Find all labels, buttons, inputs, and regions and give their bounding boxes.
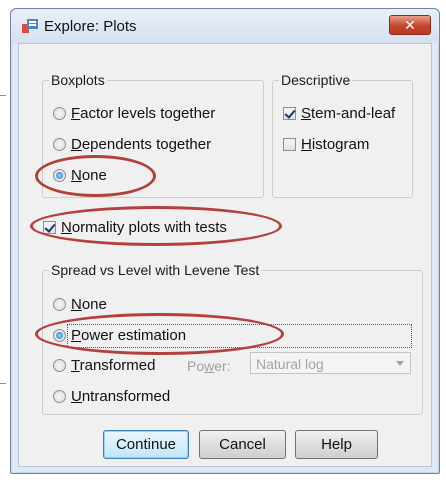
option-label: Transformed [71, 357, 156, 374]
option-label: Factor levels together [71, 105, 216, 122]
power-select-value: Natural log [256, 356, 324, 372]
stem-and-leaf-checkbox[interactable]: Stem-and-leaf [283, 105, 395, 122]
normality-plots-checkbox[interactable]: Normality plots with tests [43, 219, 227, 236]
app-icon [22, 19, 38, 33]
option-label: None [71, 167, 107, 184]
close-button[interactable]: ✕ [389, 15, 431, 35]
dialog-body: Boxplots Factor levels together Dependen… [18, 43, 432, 467]
histogram-checkbox[interactable]: Histogram [283, 136, 369, 153]
radio-indicator [53, 359, 66, 372]
checkbox-indicator [283, 107, 296, 120]
spread-vs-level-legend: Spread vs Level with Levene Test [49, 262, 262, 278]
ruler-tick [0, 383, 6, 384]
continue-button[interactable]: Continue [103, 430, 189, 459]
transformed-radio[interactable]: Transformed [53, 357, 155, 374]
checkbox-indicator [43, 221, 56, 234]
radio-indicator [53, 298, 66, 311]
option-label: Histogram [301, 136, 370, 153]
power-select[interactable]: Natural log [250, 352, 411, 374]
option-label: Power estimation [71, 327, 187, 344]
power-estimation-radio[interactable]: Power estimation [53, 327, 186, 344]
close-icon: ✕ [404, 17, 416, 33]
page-edge [0, 0, 10, 483]
radio-indicator [53, 138, 66, 151]
option-label: None [71, 296, 107, 313]
option-label: Stem-and-leaf [301, 105, 396, 122]
descriptive-legend: Descriptive [279, 72, 353, 88]
boxplots-none-radio[interactable]: None [53, 167, 107, 184]
spread-none-radio[interactable]: None [53, 296, 107, 313]
boxplots-dependents-radio[interactable]: Dependents together [53, 136, 211, 153]
option-label: Untransformed [71, 388, 171, 405]
radio-indicator [53, 329, 66, 342]
radio-indicator [53, 107, 66, 120]
dialog-title: Explore: Plots [44, 18, 137, 35]
explore-plots-dialog: Explore: Plots ✕ Boxplots Factor levels … [10, 8, 440, 474]
title-bar[interactable]: Explore: Plots ✕ [11, 9, 439, 43]
boxplots-legend: Boxplots [49, 72, 107, 88]
radio-indicator [53, 169, 66, 182]
ruler-tick [0, 95, 6, 96]
option-label: Dependents together [71, 136, 212, 153]
radio-indicator [53, 390, 66, 403]
chevron-down-icon [396, 361, 404, 366]
cancel-button[interactable]: Cancel [199, 430, 286, 459]
checkbox-indicator [283, 138, 296, 151]
power-label: Po w er: [187, 358, 231, 374]
option-label: Normality plots with tests [61, 219, 227, 236]
boxplots-factor-levels-radio[interactable]: Factor levels together [53, 105, 215, 122]
untransformed-radio[interactable]: Untransformed [53, 388, 170, 405]
help-button[interactable]: Help [295, 430, 378, 459]
